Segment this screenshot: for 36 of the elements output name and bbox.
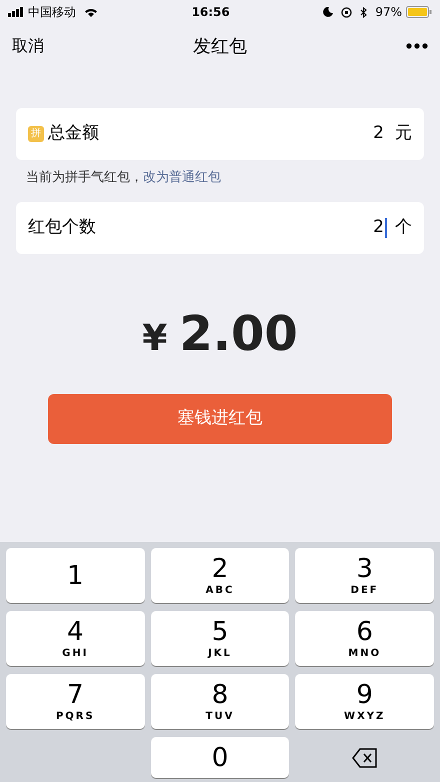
moon-icon — [323, 7, 334, 17]
wifi-icon — [84, 7, 98, 17]
hint-text: 当前为拼手气红包，改为普通红包 — [26, 168, 222, 187]
digit-key[interactable]: 9 WXYZ — [295, 674, 434, 729]
digit-key[interactable]: 3 DEF — [295, 548, 434, 603]
lock-rotation-icon — [341, 6, 352, 18]
digit-key[interactable]: 4 GHI — [6, 611, 145, 666]
digit-key[interactable]: 5 JKL — [150, 611, 290, 666]
battery-icon — [406, 6, 432, 18]
amount-field[interactable]: 拼 总金额 2 元 — [16, 108, 424, 160]
bluetooth-icon — [360, 6, 368, 18]
digit-key[interactable]: 0 — [150, 737, 290, 778]
total-amount: 2.00 — [179, 310, 298, 358]
unit-label: 元 — [395, 122, 412, 146]
field-label: 红包个数 — [28, 216, 96, 239]
battery-percent: 97% — [375, 4, 402, 21]
digit-key[interactable]: 6 MNO — [295, 611, 434, 666]
carrier-label: 中国移动 — [28, 4, 76, 21]
digit-key[interactable]: 7 PQRS — [6, 674, 145, 729]
digit-key[interactable]: 8 TUV — [150, 674, 290, 729]
currency-symbol: ¥ — [142, 316, 168, 360]
page-title: 发红包 — [192, 34, 248, 58]
field-value: 2 — [373, 122, 384, 146]
switch-link[interactable]: 改为普通红包 — [143, 170, 221, 185]
field-value: 2 — [373, 216, 384, 239]
unit-label: 个 — [395, 216, 412, 239]
badge-icon: 拼 — [28, 126, 44, 142]
more-icon — [406, 43, 428, 49]
signal-icon — [8, 7, 24, 17]
field-label: 总金额 — [48, 122, 99, 146]
digit-key[interactable]: 1 — [6, 548, 145, 603]
clock-time: 16:56 — [192, 4, 230, 21]
count-field[interactable]: 红包个数 2 个 — [16, 202, 424, 254]
digit-key[interactable]: 2 ABC — [150, 548, 290, 603]
backspace-icon — [352, 748, 378, 768]
cancel-button[interactable]: 取消 — [12, 34, 92, 58]
